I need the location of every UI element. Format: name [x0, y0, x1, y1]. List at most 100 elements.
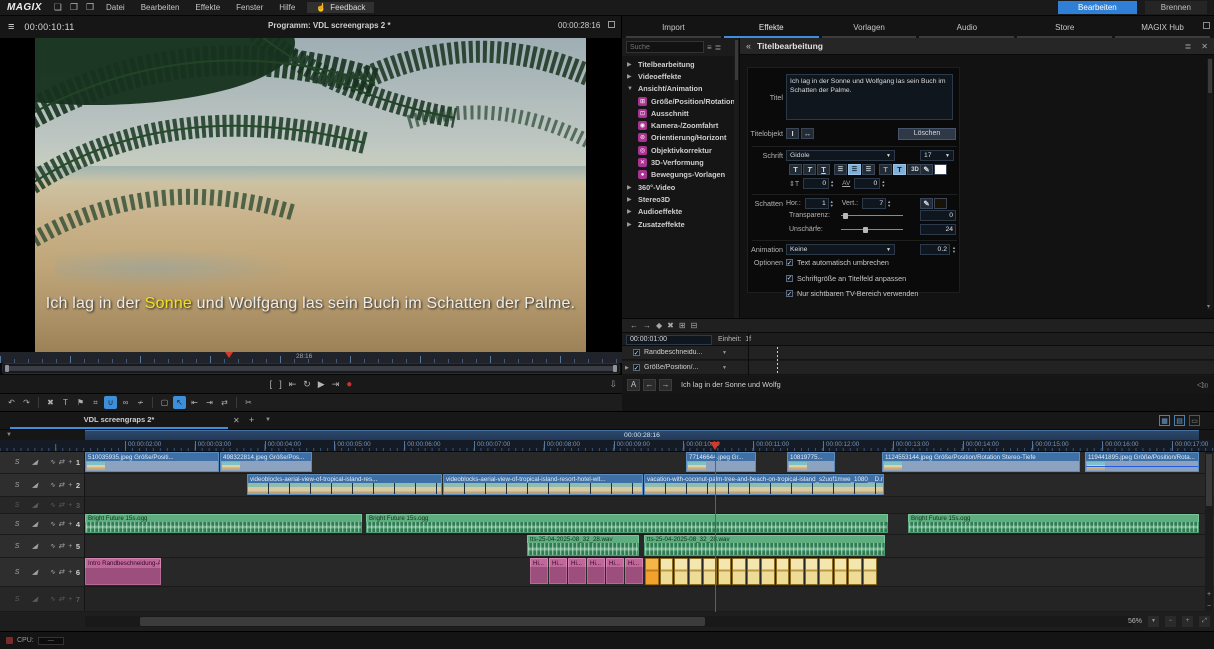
- preview-scrubber[interactable]: [2, 363, 620, 374]
- clip-audio[interactable]: Bright Future 15s.ogg: [908, 514, 1199, 533]
- row-checkbox-icon[interactable]: ✓: [633, 349, 640, 356]
- clip-title-cell[interactable]: [805, 558, 818, 585]
- fade-icon[interactable]: ◢: [32, 482, 38, 489]
- clip-title-cell[interactable]: [660, 558, 673, 585]
- fx-tree-item-gr-e-position-rotation[interactable]: ⊞Größe/Position/Rotation: [622, 95, 739, 107]
- save-file-icon[interactable]: ❒: [86, 2, 94, 13]
- clip-image[interactable]: 77146644.jpeg Gr...: [686, 452, 756, 472]
- marker-icon[interactable]: ⚑: [74, 396, 87, 409]
- text-width-icon[interactable]: ↔: [801, 128, 814, 139]
- jump-end-icon[interactable]: ⇥: [332, 379, 340, 390]
- zoom-out-vertical-icon[interactable]: −: [1207, 603, 1211, 610]
- menu-hilfe[interactable]: Hilfe: [271, 2, 303, 13]
- clip-audio[interactable]: Bright Future 15s.ogg: [85, 514, 362, 533]
- snap-icon[interactable]: ∪: [104, 396, 117, 409]
- tab-magix-hub[interactable]: MAGIX Hub: [1115, 20, 1210, 38]
- kf-next-icon[interactable]: →: [643, 321, 651, 330]
- object-grab-icon[interactable]: ▢: [158, 396, 171, 409]
- expander-icon[interactable]: ▶: [625, 365, 633, 371]
- clip-title-cell[interactable]: [674, 558, 688, 585]
- mouse-mode-stretch-icon[interactable]: ⇥: [203, 396, 216, 409]
- zoom-in-icon[interactable]: +: [1182, 616, 1193, 627]
- ruler-playhead-marker[interactable]: [710, 442, 720, 450]
- fade-icon[interactable]: ◢: [32, 543, 38, 550]
- timeline-ruler[interactable]: 00:00:02:0000:00:03:0000:00:04:0000:00:0…: [0, 440, 1214, 452]
- kerning-input[interactable]: 0: [854, 178, 880, 189]
- kf-add-icon[interactable]: ◆: [656, 321, 662, 330]
- transition-icon[interactable]: ⇄: [58, 543, 64, 550]
- sort-tree-icon[interactable]: ≣: [715, 43, 722, 52]
- mode-overview-icon[interactable]: ▭: [1189, 415, 1200, 426]
- kf-prev-icon[interactable]: ←: [630, 321, 638, 330]
- curve-icon[interactable]: ∿: [49, 521, 55, 528]
- kf-copy-icon[interactable]: ⊞: [679, 321, 686, 330]
- font-select[interactable]: Gidole▼: [786, 150, 895, 161]
- plus-icon[interactable]: +: [67, 459, 73, 466]
- range-start-icon[interactable]: [: [270, 379, 273, 389]
- title-icon[interactable]: T: [59, 396, 72, 409]
- tracks-vertical-scrollbar[interactable]: +−: [1205, 452, 1213, 612]
- menu-effekte[interactable]: Effekte: [187, 2, 228, 13]
- scrubber-bar[interactable]: [6, 366, 616, 371]
- transition-icon[interactable]: ⇄: [58, 502, 64, 509]
- clip-title[interactable]: Hi...: [549, 558, 567, 585]
- clip-audio[interactable]: Bright Future 15s.ogg: [366, 514, 888, 533]
- panel-menu-icon[interactable]: ≣: [1185, 42, 1192, 51]
- menu-bearbeiten[interactable]: Bearbeiten: [133, 2, 188, 13]
- clip-video[interactable]: videoblocks-aerial-view-of-tropical-isla…: [247, 474, 442, 495]
- tab-vorlagen[interactable]: Vorlagen: [822, 20, 917, 38]
- italic-button[interactable]: T: [803, 164, 816, 175]
- range-end-icon[interactable]: ]: [279, 379, 282, 389]
- timeline-overview[interactable]: ▼ 00:00:28:16: [0, 430, 1214, 440]
- close-project-icon[interactable]: ✕: [233, 416, 240, 425]
- row-checkbox-icon[interactable]: ✓: [633, 364, 640, 371]
- undock-panel-icon[interactable]: [1203, 22, 1210, 29]
- clip-title-cell[interactable]: [761, 558, 775, 585]
- mode-storyboard-icon[interactable]: ▦: [1159, 415, 1170, 426]
- track-lane-6[interactable]: Intro Randbeschneidung-Aus...Hi...Hi...H…: [85, 558, 1214, 586]
- clip-title-cell[interactable]: [747, 558, 760, 585]
- align-center-button[interactable]: ☰: [848, 164, 861, 175]
- keyframe-row-1[interactable]: ▶✓Größe/Position/...▼: [622, 361, 1214, 375]
- clip-title-cell[interactable]: [790, 558, 804, 585]
- unlink-icon[interactable]: ≁: [134, 396, 147, 409]
- plus-icon[interactable]: +: [67, 482, 73, 489]
- clip-video[interactable]: vacation-with-coconut-palm-tree-and-beac…: [644, 474, 884, 495]
- fx-tree-item-objektivkorrektur[interactable]: ◎Objektivkorrektur: [622, 144, 739, 156]
- shadow-hor-input[interactable]: 1: [805, 198, 829, 209]
- collapse-tracks-icon[interactable]: ▼: [6, 432, 12, 438]
- zoom-fit-icon[interactable]: ⤢: [1199, 616, 1210, 627]
- transition-icon[interactable]: ⇄: [58, 459, 64, 466]
- solo-icon[interactable]: S: [14, 596, 20, 603]
- spinner-icon[interactable]: ▲▼: [830, 200, 834, 206]
- fade-icon[interactable]: ◢: [32, 596, 38, 603]
- option-row-0[interactable]: ✓Text automatisch umbrechen: [786, 258, 918, 267]
- clip-image[interactable]: 510035935.jpeg Größe/Positi...: [85, 452, 219, 472]
- fx-tree-item-360-video[interactable]: ▶360°-Video: [622, 181, 739, 193]
- solo-icon[interactable]: S: [14, 543, 20, 550]
- redo-icon[interactable]: ↷: [20, 396, 33, 409]
- zoom-out-icon[interactable]: −: [1165, 616, 1176, 627]
- project-tab[interactable]: VDL screengraps 2*: [10, 412, 228, 429]
- text-cursor-icon[interactable]: I: [786, 128, 799, 139]
- search-input[interactable]: [626, 41, 704, 53]
- clip-video[interactable]: videoblocks-aerial-view-of-tropical-isla…: [443, 474, 643, 495]
- transparency-value[interactable]: 0: [920, 210, 956, 221]
- checkbox-icon[interactable]: ✓: [786, 290, 793, 297]
- clip-title[interactable]: Intro Randbeschneidung-Aus...: [85, 558, 161, 585]
- menu-fenster[interactable]: Fenster: [228, 2, 271, 13]
- clip-title[interactable]: Hi...: [530, 558, 548, 585]
- object-label-button[interactable]: A: [627, 379, 640, 391]
- prev-object-button[interactable]: ←: [643, 379, 656, 391]
- tab-store[interactable]: Store: [1017, 20, 1112, 38]
- scrubber-handle-left[interactable]: [5, 365, 9, 372]
- fx-tree-item-stereo3d[interactable]: ▶Stereo3D: [622, 193, 739, 205]
- clip-title[interactable]: Hi...: [568, 558, 586, 585]
- plus-icon[interactable]: +: [67, 502, 73, 509]
- fx-tree-item-bewegungs-vorlagen[interactable]: ●Bewegungs-Vorlagen: [622, 169, 739, 181]
- transition-icon[interactable]: ⇄: [58, 569, 64, 576]
- clip-title-cell[interactable]: [776, 558, 789, 585]
- clip-title-cell[interactable]: [718, 558, 731, 585]
- checkbox-icon[interactable]: ✓: [786, 259, 793, 266]
- track-lane-5[interactable]: tts-25-04-2025-08_32_28.wavtts-25-04-202…: [85, 535, 1214, 557]
